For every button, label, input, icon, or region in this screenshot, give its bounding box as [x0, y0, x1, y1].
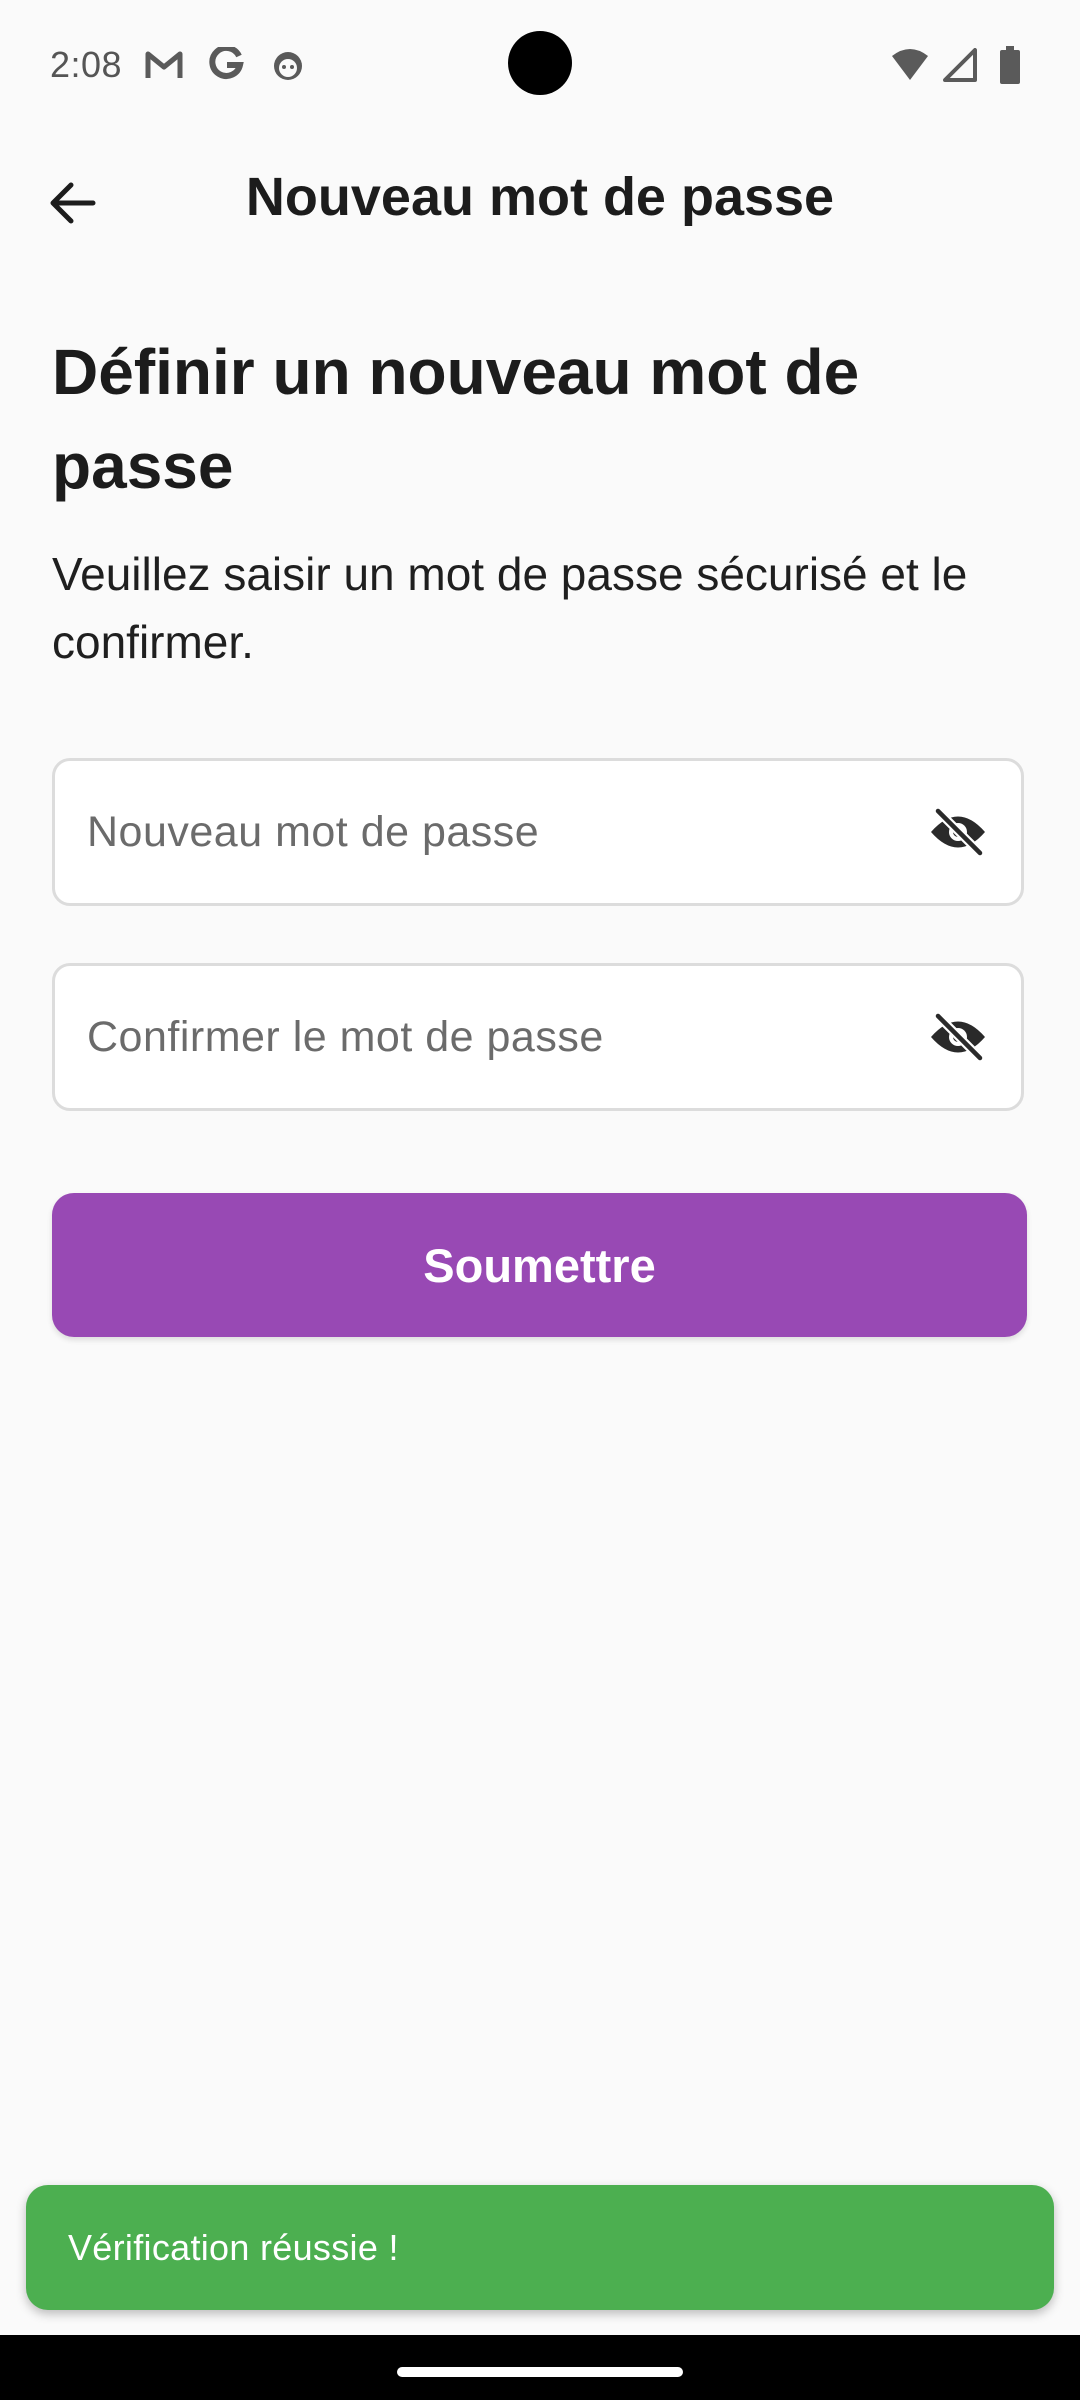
- eye-off-icon: [928, 1012, 988, 1062]
- battery-icon: [990, 45, 1030, 85]
- page-heading: Définir un nouveau mot de passe: [52, 336, 860, 502]
- gmail-icon: [144, 45, 184, 85]
- screen: 2:08 Nouveau mot de passe Définir un nou…: [0, 0, 1080, 2400]
- new-password-input[interactable]: [85, 806, 923, 858]
- confirm-password-field: [52, 963, 1024, 1111]
- page-description: Veuillez saisir un mot de passe sécurisé…: [52, 548, 968, 668]
- confirm-password-input[interactable]: [85, 1011, 923, 1063]
- status-time: 2:08: [50, 44, 123, 85]
- signal-icon: [940, 45, 980, 85]
- app-bar-title: Nouveau mot de passe: [245, 167, 835, 227]
- wifi-icon: [890, 45, 930, 85]
- android-face-icon: [268, 45, 308, 85]
- snackbar-message: Vérification réussie !: [68, 2226, 399, 2268]
- eye-off-icon: [928, 807, 988, 857]
- toggle-confirm-password-visibility-button[interactable]: [923, 1002, 993, 1072]
- google-icon: [206, 45, 246, 85]
- submit-button[interactable]: Soumettre: [52, 1193, 1027, 1337]
- new-password-field: [52, 758, 1024, 906]
- home-indicator[interactable]: [397, 2367, 683, 2377]
- status-right: [890, 45, 1030, 85]
- app-bar: Nouveau mot de passe: [0, 140, 1080, 260]
- camera-cutout: [508, 31, 572, 95]
- status-left: 2:08: [50, 44, 308, 86]
- success-snackbar: Vérification réussie !: [26, 2185, 1054, 2310]
- toggle-new-password-visibility-button[interactable]: [923, 797, 993, 867]
